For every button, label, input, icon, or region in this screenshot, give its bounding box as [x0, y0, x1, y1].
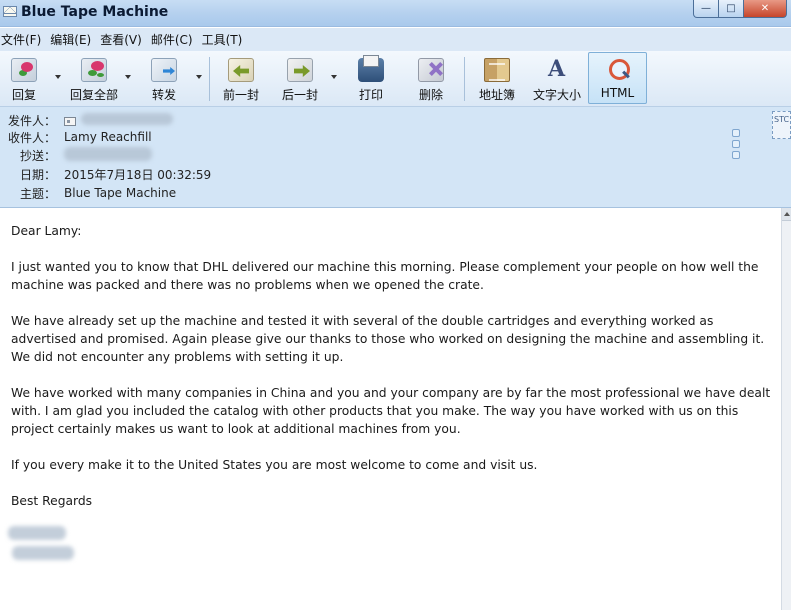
body-paragraph: We have already set up the machine and t…: [11, 314, 765, 364]
font-size-label: 文字大小: [532, 88, 581, 102]
redacted-signature: [8, 526, 74, 562]
reply-all-dropdown-arrow-icon[interactable]: [125, 75, 131, 79]
to-label: 收件人：: [7, 130, 56, 145]
to-value[interactable]: Lamy Reachfill: [64, 130, 152, 144]
font-size-icon: [544, 56, 570, 82]
address-book-icon: [484, 58, 510, 82]
reply-button[interactable]: 回复: [6, 53, 42, 105]
message-header: 发件人： 收件人： Lamy Reachfill 抄送： 日期： 2015年7月…: [0, 107, 791, 208]
maximize-button[interactable]: □: [719, 0, 744, 18]
print-icon: [358, 55, 384, 82]
font-size-button[interactable]: 文字大小: [531, 53, 583, 105]
reply-icon: [11, 58, 37, 82]
address-book-button[interactable]: 地址簿: [475, 53, 519, 105]
forward-button[interactable]: 转发: [145, 53, 183, 105]
greeting: Dear Lamy:: [11, 224, 82, 238]
window-title: Blue Tape Machine: [21, 4, 169, 20]
scroll-down-icon[interactable]: [732, 151, 740, 159]
next-icon: [287, 58, 313, 82]
reply-all-icon: [81, 58, 107, 82]
body-paragraph: We have worked with many companies in Ch…: [11, 386, 771, 436]
subject-label: 主题：: [19, 186, 56, 201]
message-body[interactable]: Dear Lamy: I just wanted you to know tha…: [0, 208, 781, 610]
redacted-signature-line: [12, 546, 74, 560]
header-scroll-buttons[interactable]: [730, 127, 742, 163]
envelope-icon: [3, 6, 17, 17]
menu-bar: 文件(F) 编辑(E) 查看(V) 邮件(C) 工具(T): [0, 28, 791, 51]
menu-view[interactable]: 查看(V): [100, 31, 142, 48]
close-button[interactable]: ✕: [744, 0, 787, 18]
from-label: 发件人：: [7, 113, 56, 128]
scroll-up-arrow-icon[interactable]: [782, 208, 791, 221]
forward-label: 转发: [151, 88, 176, 102]
menu-mail[interactable]: 邮件(C): [151, 31, 193, 48]
next-label: 后一封: [281, 88, 318, 102]
reply-all-label: 回复全部: [69, 88, 118, 102]
previous-icon: [228, 58, 254, 82]
next-dropdown-arrow-icon[interactable]: [331, 75, 337, 79]
date-value: 2015年7月18日 00:32:59: [64, 167, 212, 182]
delete-icon: [418, 58, 444, 82]
html-view-icon: [605, 58, 631, 82]
print-label: 打印: [358, 88, 383, 102]
minimize-button[interactable]: —: [693, 0, 719, 18]
scroll-up-icon[interactable]: [732, 129, 740, 137]
to-row: 收件人： Lamy Reachfill: [0, 128, 152, 146]
vertical-scrollbar[interactable]: [781, 208, 791, 610]
menu-file[interactable]: 文件(F): [1, 31, 41, 48]
reply-all-button[interactable]: 回复全部: [66, 53, 122, 105]
postage-stamp-icon: [772, 111, 791, 139]
html-view-button[interactable]: HTML: [588, 52, 647, 104]
date-label: 日期：: [19, 167, 56, 182]
subject-value: Blue Tape Machine: [64, 186, 177, 200]
title-bar: Blue Tape Machine — □ ✕: [0, 0, 791, 27]
redacted-sender: [81, 112, 173, 125]
redacted-signature-line: [8, 526, 66, 540]
html-view-label: HTML: [600, 86, 635, 100]
cc-value[interactable]: [64, 146, 152, 164]
window-controls: — □ ✕: [693, 0, 787, 18]
print-button[interactable]: 打印: [354, 53, 388, 105]
redacted-cc: [64, 146, 152, 161]
contact-card-icon: [64, 116, 76, 126]
address-book-label: 地址簿: [478, 88, 515, 102]
body-paragraph: If you every make it to the United State…: [11, 458, 538, 472]
menu-tools[interactable]: 工具(T): [202, 31, 243, 48]
scroll-mid-icon[interactable]: [732, 140, 740, 148]
cc-label: 抄送：: [19, 148, 56, 163]
from-value[interactable]: [64, 112, 173, 128]
forward-dropdown-arrow-icon[interactable]: [196, 75, 202, 79]
delete-label: 删除: [418, 88, 443, 102]
toolbar-separator: [209, 57, 210, 101]
closing: Best Regards: [11, 494, 93, 508]
previous-label: 前一封: [222, 88, 259, 102]
subject-row: 主题： Blue Tape Machine: [0, 184, 176, 202]
cc-row: 抄送：: [0, 146, 152, 164]
reply-dropdown-arrow-icon[interactable]: [55, 75, 61, 79]
forward-icon: [151, 58, 177, 82]
toolbar-separator: [464, 57, 465, 101]
date-row: 日期： 2015年7月18日 00:32:59: [0, 165, 211, 183]
menu-edit[interactable]: 编辑(E): [50, 31, 91, 48]
next-button[interactable]: 后一封: [278, 53, 322, 105]
toolbar: 回复 回复全部 转发 前一封 后一封 打印 删除 地址簿 文字大小 HT: [0, 51, 791, 107]
delete-button[interactable]: 删除: [414, 53, 448, 105]
reply-label: 回复: [11, 88, 36, 102]
from-row: 发件人：: [0, 111, 173, 129]
previous-button[interactable]: 前一封: [219, 53, 263, 105]
body-paragraph: I just wanted you to know that DHL deliv…: [11, 260, 759, 292]
